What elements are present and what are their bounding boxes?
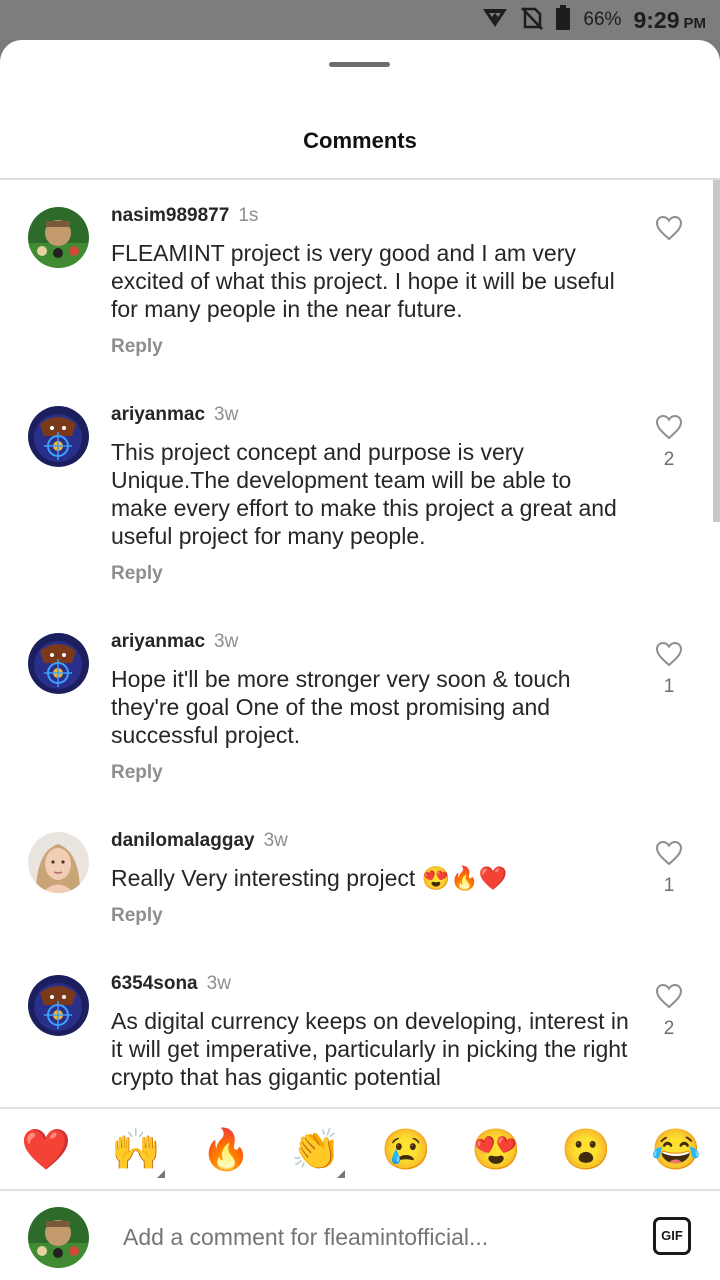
heart-icon[interactable]	[655, 414, 683, 440]
skin-tone-indicator	[157, 1170, 165, 1178]
avatar[interactable]	[28, 975, 89, 1036]
comment-username[interactable]: ariyanmac	[111, 404, 205, 425]
fire-emoji-button[interactable]: 🔥	[201, 1127, 251, 1173]
avatar[interactable]	[28, 832, 89, 893]
comment-header: ariyanmac 3w	[111, 631, 238, 653]
battery-percent: 66%	[583, 9, 622, 30]
surprised-emoji-button[interactable]: 😮	[561, 1127, 611, 1173]
drag-handle[interactable]	[329, 62, 390, 67]
status-bar: 66% 9:29 PM	[0, 0, 720, 40]
vpn-icon	[481, 7, 509, 34]
like-count: 1	[663, 676, 675, 697]
clock: 9:29 PM	[633, 7, 706, 34]
avatar[interactable]	[28, 633, 89, 694]
comments-sheet: Comments nasim989877 1s FLEAMINT project …	[0, 40, 720, 1280]
like-count: 2	[663, 449, 675, 470]
comment-header: nasim989877 1s	[111, 205, 258, 227]
comment-text: Really Very interesting project 😍🔥❤️	[111, 865, 508, 891]
scrollbar[interactable]	[713, 180, 720, 522]
avatar	[28, 1207, 89, 1268]
avatar[interactable]	[28, 406, 89, 467]
clock-time: 9:29	[633, 6, 680, 33]
status-icons: 66% 9:29 PM	[481, 0, 706, 40]
reply-button[interactable]: Reply	[111, 336, 163, 358]
avatar[interactable]	[28, 207, 89, 268]
page-title: Comments	[303, 128, 417, 153]
clock-ampm: PM	[683, 14, 707, 32]
comment-timestamp: 1s	[238, 205, 259, 226]
reply-button[interactable]: Reply	[111, 762, 163, 784]
heart-icon[interactable]	[655, 215, 683, 241]
heart-icon[interactable]	[655, 641, 683, 667]
comment-timestamp: 3w	[263, 830, 288, 851]
heart-icon[interactable]	[655, 840, 683, 866]
comment-timestamp: 3w	[214, 404, 239, 425]
comment-timestamp: 3w	[214, 631, 239, 652]
heart-emoji-button[interactable]: ❤️	[21, 1127, 71, 1173]
comment-username[interactable]: 6354sona	[111, 973, 198, 994]
heart-icon[interactable]	[655, 983, 683, 1009]
like-count: 1	[663, 875, 675, 896]
comment-input[interactable]	[123, 1222, 603, 1252]
no-sim-icon	[521, 6, 544, 35]
gif-button[interactable]: GIF	[653, 1217, 691, 1255]
raising-hands-emoji-button[interactable]: 🙌	[111, 1127, 161, 1173]
emoji-quick-bar: ❤️ 🙌 🔥 👏 😢 😍 😮 😂	[0, 1107, 720, 1191]
comment-text: FLEAMINT project is very good and I am v…	[111, 240, 615, 322]
comment-header: 6354sona 3w	[111, 973, 231, 995]
laughing-emoji-button[interactable]: 😂	[651, 1127, 701, 1173]
skin-tone-indicator	[337, 1170, 345, 1178]
battery-icon	[555, 4, 571, 36]
comment-username[interactable]: nasim989877	[111, 205, 229, 226]
comment-text: Hope it'll be more stronger very soon & …	[111, 666, 571, 748]
reply-button[interactable]: Reply	[111, 563, 163, 585]
crying-emoji-button[interactable]: 😢	[381, 1127, 431, 1173]
divider	[0, 178, 720, 180]
heart-eyes-emoji-button[interactable]: 😍	[471, 1127, 521, 1173]
clapping-emoji-button[interactable]: 👏	[291, 1127, 341, 1173]
comment-username[interactable]: ariyanmac	[111, 631, 205, 652]
like-count: 2	[663, 1018, 675, 1039]
comment-composer: GIF	[0, 1192, 720, 1280]
reply-button[interactable]: Reply	[111, 905, 163, 927]
comment-username[interactable]: danilomalaggay	[111, 830, 255, 851]
comment-header: ariyanmac 3w	[111, 404, 238, 426]
comment-text: This project concept and purpose is very…	[111, 439, 617, 549]
comment-header: danilomalaggay 3w	[111, 830, 288, 852]
comment-timestamp: 3w	[206, 973, 231, 994]
comment-text: As digital currency keeps on developing,…	[111, 1008, 629, 1090]
